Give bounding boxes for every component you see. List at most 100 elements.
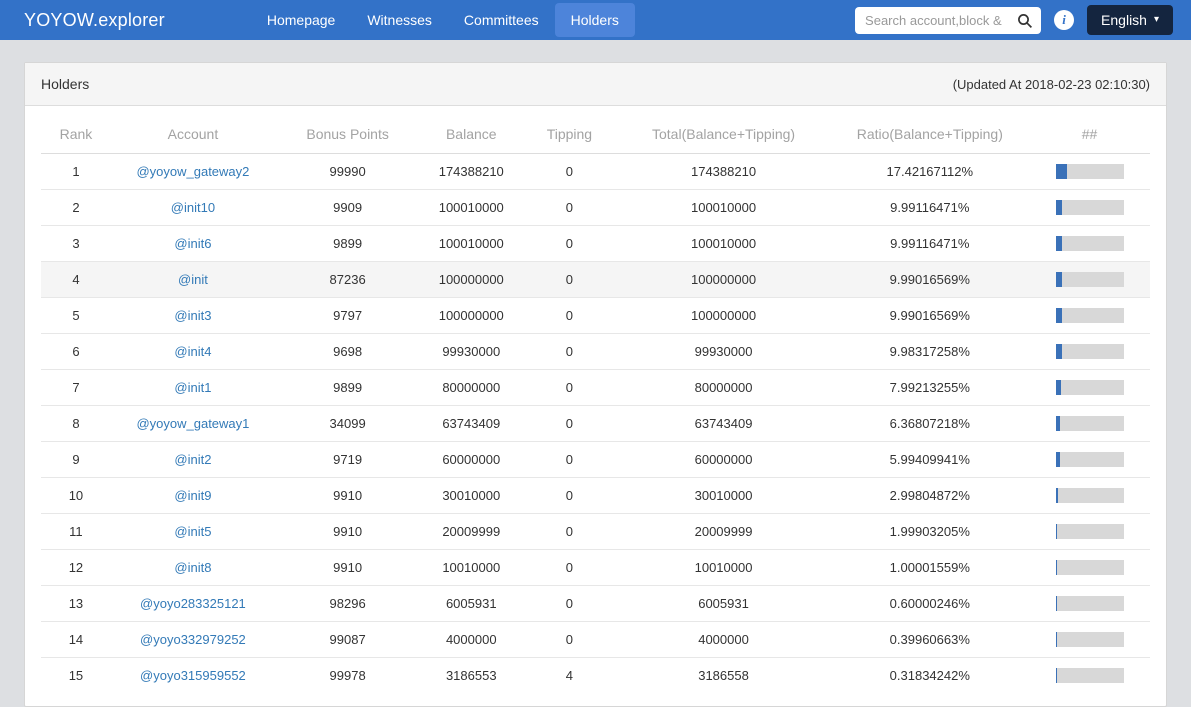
account-link[interactable]: @init4 [174, 344, 211, 359]
table-row: 5@init3979710000000001000000009.99016569… [41, 298, 1150, 334]
column-header: Balance [420, 115, 522, 154]
account-link[interactable]: @init9 [174, 488, 211, 503]
language-dropdown-button[interactable]: English ▾ [1087, 5, 1173, 35]
rank-cell: 12 [41, 550, 111, 586]
account-link[interactable]: @init3 [174, 308, 211, 323]
account-link[interactable]: @yoyow_gateway1 [136, 416, 249, 431]
brand-logo[interactable]: YOYOW.explorer [24, 10, 165, 31]
caret-down-icon: ▾ [1154, 15, 1159, 25]
ratio-cell: 7.99213255% [831, 370, 1030, 406]
ratio-bar-track [1056, 164, 1124, 179]
ratio-bar-track [1056, 668, 1124, 683]
balance-cell: 60000000 [420, 442, 522, 478]
nav-item-holders[interactable]: Holders [555, 3, 635, 37]
account-link[interactable]: @yoyo315959552 [140, 668, 246, 683]
ratio-bar-fill [1056, 200, 1063, 215]
table-row: 13@yoyo283325121982966005931060059310.60… [41, 586, 1150, 622]
account-link[interactable]: @init10 [171, 200, 215, 215]
search-input[interactable] [855, 7, 1041, 34]
ratio-bar-fill [1056, 308, 1063, 323]
table-row: 15@yoyo315959552999783186553431865580.31… [41, 658, 1150, 694]
account-cell: @init4 [111, 334, 275, 370]
total-cell: 20009999 [617, 514, 831, 550]
table-row: 8@yoyow_gateway134099637434090637434096.… [41, 406, 1150, 442]
ratio-bar-track [1056, 488, 1124, 503]
column-header: ## [1029, 115, 1150, 154]
bonus-points-cell: 34099 [275, 406, 420, 442]
rank-cell: 3 [41, 226, 111, 262]
nav-item-homepage[interactable]: Homepage [251, 0, 352, 40]
account-link[interactable]: @init5 [174, 524, 211, 539]
account-link[interactable]: @yoyo332979252 [140, 632, 246, 647]
account-link[interactable]: @yoyow_gateway2 [136, 164, 249, 179]
tipping-cell: 0 [522, 298, 616, 334]
column-header: Rank [41, 115, 111, 154]
account-link[interactable]: @init8 [174, 560, 211, 575]
balance-cell: 100000000 [420, 298, 522, 334]
tipping-cell: 0 [522, 370, 616, 406]
bonus-points-cell: 9910 [275, 514, 420, 550]
nav-item-witnesses[interactable]: Witnesses [351, 0, 448, 40]
account-cell: @yoyo332979252 [111, 622, 275, 658]
account-link[interactable]: @init [178, 272, 208, 287]
total-cell: 100000000 [617, 298, 831, 334]
balance-cell: 100000000 [420, 262, 522, 298]
rank-cell: 13 [41, 586, 111, 622]
ratio-cell: 9.99116471% [831, 226, 1030, 262]
navbar: YOYOW.explorer Homepage Witnesses Commit… [0, 0, 1191, 40]
rank-cell: 15 [41, 658, 111, 694]
rank-cell: 9 [41, 442, 111, 478]
tipping-cell: 0 [522, 514, 616, 550]
tipping-cell: 0 [522, 262, 616, 298]
info-icon[interactable]: i [1054, 10, 1074, 30]
panel-header: Holders (Updated At 2018-02-23 02:10:30) [25, 63, 1166, 106]
balance-cell: 3186553 [420, 658, 522, 694]
ratio-bar-fill [1056, 560, 1057, 575]
column-header: Account [111, 115, 275, 154]
ratio-bar-track [1056, 560, 1124, 575]
ratio-bar-cell [1029, 190, 1150, 226]
bonus-points-cell: 9719 [275, 442, 420, 478]
tipping-cell: 0 [522, 622, 616, 658]
ratio-cell: 1.99903205% [831, 514, 1030, 550]
rank-cell: 8 [41, 406, 111, 442]
rank-cell: 10 [41, 478, 111, 514]
navbar-right: i English ▾ [855, 5, 1173, 35]
ratio-bar-cell [1029, 298, 1150, 334]
table-row: 3@init6989910001000001000100009.99116471… [41, 226, 1150, 262]
table-row: 11@init59910200099990200099991.99903205% [41, 514, 1150, 550]
tipping-cell: 0 [522, 154, 616, 190]
ratio-bar-track [1056, 596, 1124, 611]
search-button[interactable] [1015, 11, 1035, 31]
updated-at-timestamp: (Updated At 2018-02-23 02:10:30) [953, 77, 1150, 92]
page-content: Holders (Updated At 2018-02-23 02:10:30)… [0, 40, 1191, 707]
account-link[interactable]: @yoyo283325121 [140, 596, 246, 611]
ratio-bar-track [1056, 200, 1124, 215]
bonus-points-cell: 87236 [275, 262, 420, 298]
tipping-cell: 0 [522, 190, 616, 226]
total-cell: 3186558 [617, 658, 831, 694]
ratio-bar-track [1056, 380, 1124, 395]
tipping-cell: 0 [522, 478, 616, 514]
account-cell: @yoyo315959552 [111, 658, 275, 694]
balance-cell: 6005931 [420, 586, 522, 622]
account-link[interactable]: @init1 [174, 380, 211, 395]
account-link[interactable]: @init6 [174, 236, 211, 251]
ratio-bar-fill [1056, 344, 1063, 359]
main-nav: Homepage Witnesses Committees Holders [251, 0, 635, 40]
account-link[interactable]: @init2 [174, 452, 211, 467]
ratio-bar-cell [1029, 586, 1150, 622]
account-cell: @init8 [111, 550, 275, 586]
ratio-bar-cell [1029, 550, 1150, 586]
bonus-points-cell: 9910 [275, 478, 420, 514]
total-cell: 174388210 [617, 154, 831, 190]
nav-item-committees[interactable]: Committees [448, 0, 555, 40]
bonus-points-cell: 99978 [275, 658, 420, 694]
total-cell: 10010000 [617, 550, 831, 586]
ratio-bar-fill [1056, 164, 1068, 179]
account-cell: @init10 [111, 190, 275, 226]
tipping-cell: 0 [522, 406, 616, 442]
account-cell: @init1 [111, 370, 275, 406]
ratio-bar-cell [1029, 658, 1150, 694]
rank-cell: 4 [41, 262, 111, 298]
